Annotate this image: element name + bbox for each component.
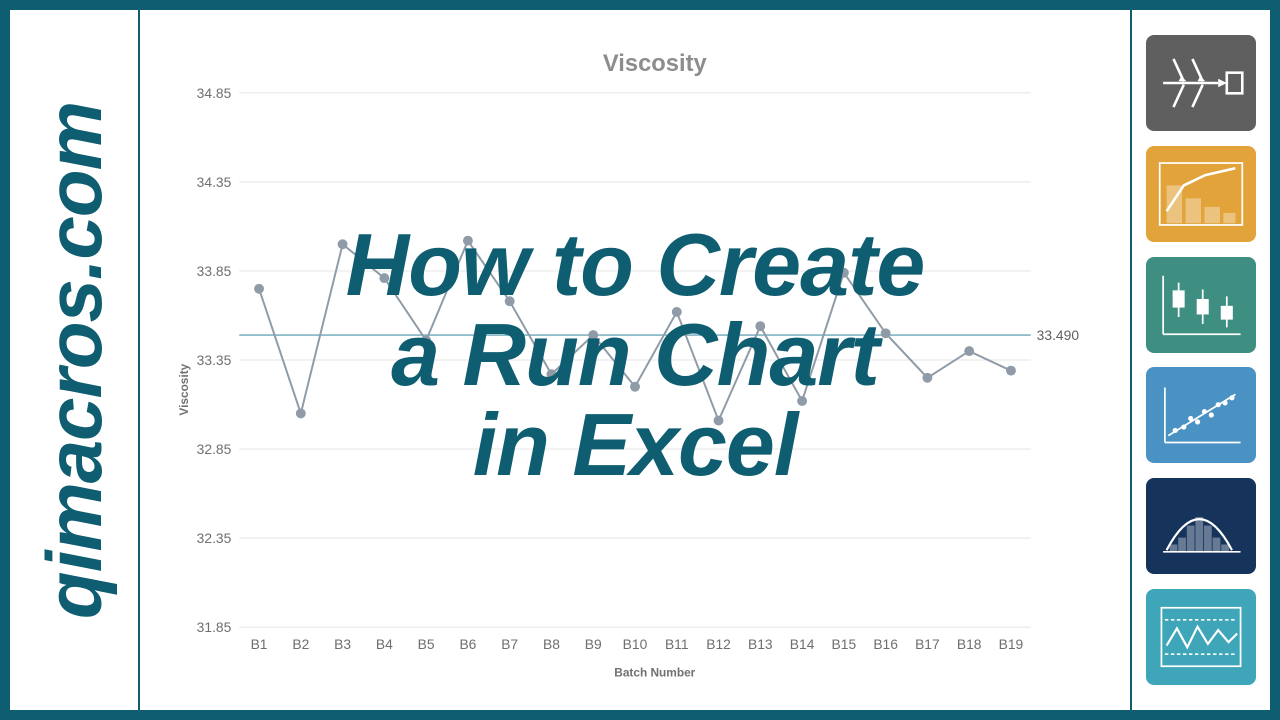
- svg-text:B3: B3: [334, 636, 351, 652]
- svg-text:34.35: 34.35: [197, 174, 232, 190]
- svg-text:32.85: 32.85: [197, 441, 232, 457]
- svg-text:B15: B15: [832, 636, 857, 652]
- app-frame: qimacros.com Viscosity Viscosity Batch N…: [0, 0, 1280, 720]
- scatter-plot-icon[interactable]: [1146, 367, 1256, 463]
- svg-text:B14: B14: [790, 636, 815, 652]
- svg-text:B2: B2: [292, 636, 309, 652]
- svg-text:B7: B7: [501, 636, 518, 652]
- brand-strip: qimacros.com: [10, 10, 140, 710]
- svg-text:B6: B6: [459, 636, 476, 652]
- brand-url: qimacros.com: [29, 102, 120, 619]
- histogram-bell-icon[interactable]: [1146, 478, 1256, 574]
- box-plot-icon[interactable]: [1146, 257, 1256, 353]
- pareto-chart-icon[interactable]: [1146, 146, 1256, 242]
- svg-text:B8: B8: [543, 636, 560, 652]
- chart-panel: Viscosity Viscosity Batch Number 31.85 32…: [140, 10, 1130, 710]
- svg-text:B4: B4: [376, 636, 393, 652]
- svg-text:B16: B16: [873, 636, 898, 652]
- svg-text:32.35: 32.35: [197, 530, 232, 546]
- x-ticks: B1 B2 B3 B4 B5 B6 B7 B8 B9 B10 B11 B12 B13 B14 B15 B16 B…: [251, 636, 1024, 652]
- chart-title: Viscosity: [603, 51, 708, 77]
- svg-text:34.85: 34.85: [197, 85, 232, 101]
- svg-text:B10: B10: [623, 636, 648, 652]
- fishbone-diagram-icon[interactable]: [1146, 35, 1256, 131]
- svg-text:B11: B11: [665, 636, 689, 652]
- svg-text:31.85: 31.85: [197, 619, 232, 635]
- x-axis-label: Batch Number: [614, 666, 695, 680]
- center-line-label: 33.490: [1037, 327, 1080, 343]
- chart-type-icons: [1130, 10, 1270, 710]
- svg-text:B17: B17: [915, 636, 940, 652]
- chart-container: Viscosity Viscosity Batch Number 31.85 32…: [170, 25, 1100, 695]
- data-series-line: [259, 241, 1011, 421]
- svg-text:B19: B19: [999, 636, 1024, 652]
- control-chart-icon[interactable]: [1146, 589, 1256, 685]
- svg-text:B13: B13: [748, 636, 773, 652]
- svg-text:B18: B18: [957, 636, 982, 652]
- svg-text:B12: B12: [706, 636, 731, 652]
- svg-text:B1: B1: [251, 636, 268, 652]
- svg-text:33.85: 33.85: [197, 263, 232, 279]
- y-axis-label: Viscosity: [177, 363, 191, 415]
- run-chart: Viscosity Viscosity Batch Number 31.85 32…: [170, 25, 1100, 695]
- svg-text:33.35: 33.35: [197, 352, 232, 368]
- svg-text:B5: B5: [418, 636, 435, 652]
- svg-text:B9: B9: [585, 636, 602, 652]
